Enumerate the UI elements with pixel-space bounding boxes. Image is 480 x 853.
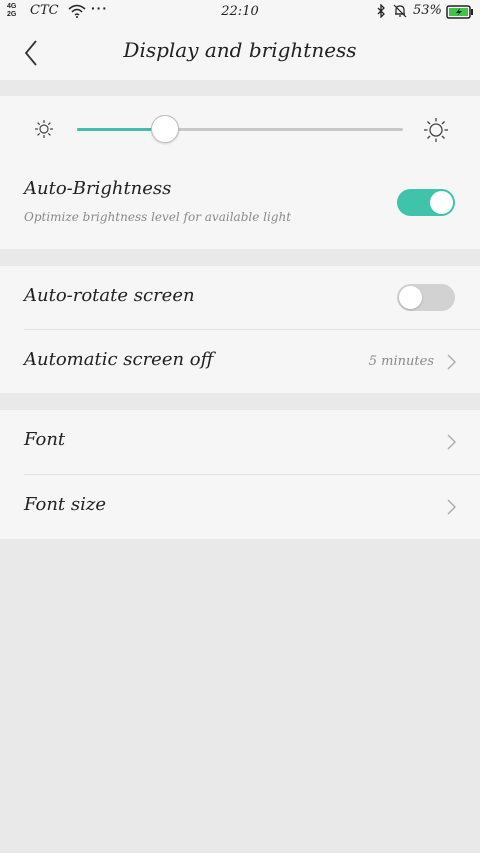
chevron-right-icon bbox=[447, 434, 456, 454]
bluetooth-icon bbox=[376, 3, 386, 21]
title-bar: Display and brightness bbox=[0, 24, 480, 80]
screen-off-row[interactable]: Automatic screen off 5 minutes bbox=[0, 330, 480, 393]
font-size-title: Font size bbox=[24, 494, 107, 515]
font-row[interactable]: Font bbox=[0, 410, 480, 473]
font-settings-card: Font Font size bbox=[0, 410, 480, 539]
brightness-low-icon bbox=[34, 119, 54, 143]
brightness-slider-thumb[interactable] bbox=[151, 115, 180, 143]
auto-rotate-row[interactable]: Auto-rotate screen bbox=[0, 266, 480, 329]
toggle-knob bbox=[430, 191, 453, 214]
chevron-right-icon bbox=[447, 354, 456, 374]
brightness-slider-track[interactable] bbox=[77, 128, 403, 131]
brightness-high-icon bbox=[423, 117, 449, 147]
auto-brightness-subtitle: Optimize brightness level for available … bbox=[24, 210, 292, 224]
font-title: Font bbox=[24, 429, 66, 450]
screen-off-value: 5 minutes bbox=[368, 354, 434, 369]
brightness-slider-row bbox=[0, 96, 480, 162]
page-title: Display and brightness bbox=[123, 38, 357, 62]
battery-percent: 53% bbox=[413, 3, 442, 18]
auto-rotate-title: Auto-rotate screen bbox=[24, 285, 195, 306]
toggle-knob bbox=[399, 286, 422, 309]
chevron-right-icon bbox=[447, 499, 456, 519]
screen-off-title: Automatic screen off bbox=[24, 349, 214, 370]
font-size-row[interactable]: Font size bbox=[0, 475, 480, 538]
battery-icon bbox=[446, 5, 474, 22]
screen-settings-card: Auto-rotate screen Automatic screen off … bbox=[0, 266, 480, 393]
clock: 22:10 bbox=[221, 4, 259, 19]
auto-brightness-toggle[interactable] bbox=[397, 189, 455, 216]
status-bar: 4G 2G CTC ··· 22:10 53% bbox=[0, 0, 480, 24]
auto-brightness-title: Auto-Brightness bbox=[24, 178, 172, 199]
auto-rotate-toggle[interactable] bbox=[397, 284, 455, 311]
silent-bell-icon bbox=[393, 4, 407, 21]
brightness-card: Auto-Brightness Optimize brightness leve… bbox=[0, 96, 480, 249]
auto-brightness-row[interactable]: Auto-Brightness Optimize brightness leve… bbox=[0, 162, 480, 249]
